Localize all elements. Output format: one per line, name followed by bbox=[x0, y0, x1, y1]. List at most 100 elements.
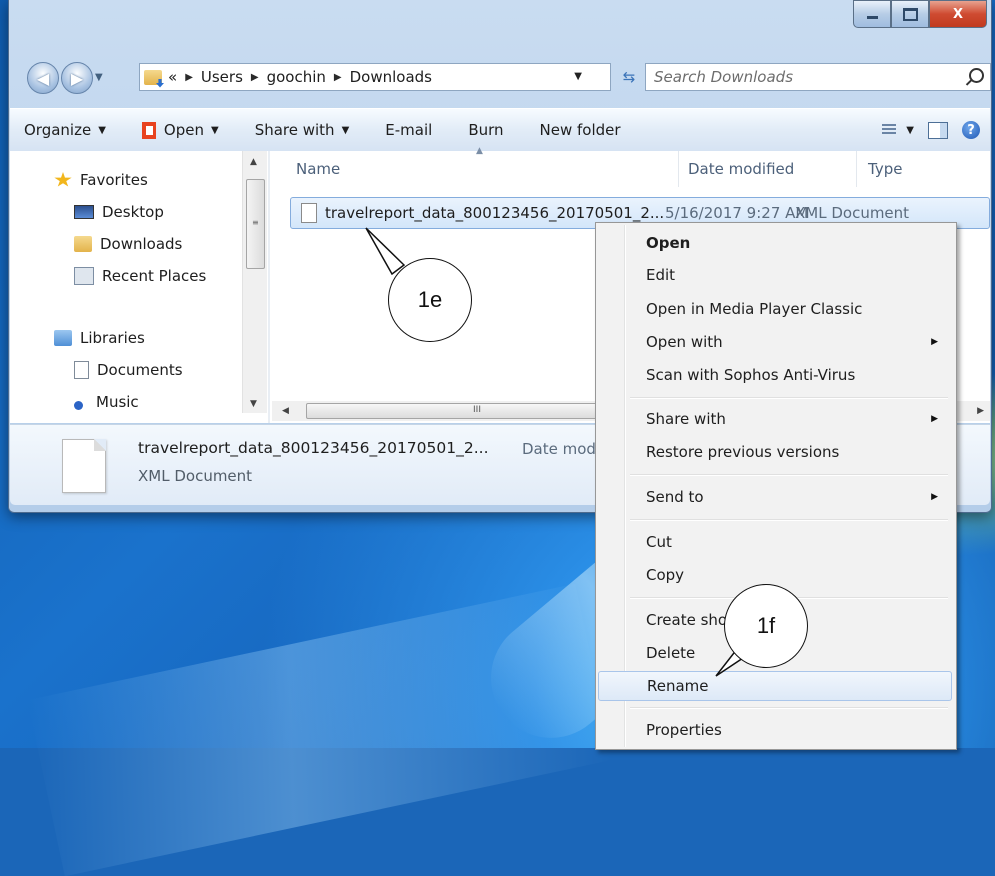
breadcrumb-separator-icon[interactable]: ▶ bbox=[334, 72, 342, 83]
callout-1f-label: 1f bbox=[756, 613, 776, 638]
new-folder-button[interactable]: New folder bbox=[518, 121, 635, 139]
nav-recent-places-label: Recent Places bbox=[102, 267, 207, 285]
back-arrow-icon: ◀ bbox=[36, 68, 50, 88]
scrollbar-grip: III bbox=[473, 405, 481, 415]
address-history-dropdown-icon[interactable]: ▼ bbox=[574, 71, 582, 82]
open-button[interactable]: Open ▼ bbox=[120, 121, 233, 139]
nav-music[interactable]: Music bbox=[74, 393, 139, 411]
menu-item-rename[interactable]: Rename bbox=[598, 671, 952, 701]
column-divider[interactable] bbox=[678, 151, 679, 187]
menu-item-label: Rename bbox=[647, 677, 709, 695]
change-view-button[interactable]: ▼ bbox=[882, 124, 914, 136]
recent-places-icon bbox=[74, 267, 94, 285]
column-type[interactable]: Type bbox=[868, 151, 902, 187]
menu-item-label: Properties bbox=[646, 721, 722, 739]
office-icon bbox=[141, 121, 156, 139]
menu-item-open-in-media-player-classic[interactable]: Open in Media Player Classic bbox=[598, 294, 952, 324]
scroll-left-icon[interactable]: ◀ bbox=[282, 406, 289, 416]
forward-button[interactable]: ▶ bbox=[61, 62, 93, 94]
burn-button[interactable]: Burn bbox=[446, 121, 517, 139]
column-name-label: Name bbox=[296, 160, 341, 178]
nav-recent-places[interactable]: Recent Places bbox=[74, 267, 206, 285]
back-button[interactable]: ◀ bbox=[27, 62, 59, 94]
close-icon: X bbox=[952, 6, 964, 22]
scroll-right-icon[interactable]: ▶ bbox=[977, 406, 984, 416]
command-bar: Organize ▼ Open ▼ Share with ▼ E-mail Burn … bbox=[10, 108, 990, 152]
scrollbar-thumb[interactable]: ≡ bbox=[246, 179, 265, 269]
details-file-name: travelreport_data_800123456_20170501_2..… bbox=[138, 439, 489, 457]
column-name[interactable]: Name bbox=[296, 151, 340, 187]
menu-item-label: Edit bbox=[646, 266, 676, 284]
documents-icon bbox=[74, 361, 89, 379]
close-button[interactable]: X bbox=[929, 0, 987, 28]
email-label: E-mail bbox=[385, 121, 433, 139]
search-icon[interactable] bbox=[969, 68, 984, 83]
libraries-icon bbox=[54, 330, 72, 346]
nav-downloads[interactable]: Downloads bbox=[74, 235, 182, 253]
menu-item-cut[interactable]: Cut bbox=[598, 527, 952, 557]
menu-item-label: Restore previous versions bbox=[646, 443, 840, 461]
scroll-down-icon[interactable]: ▼ bbox=[250, 399, 257, 409]
help-icon[interactable]: ? bbox=[962, 121, 980, 139]
menu-item-edit[interactable]: Edit bbox=[598, 260, 952, 290]
menu-separator bbox=[630, 707, 948, 709]
context-menu: Open Edit Open in Media Player Classic O… bbox=[595, 222, 957, 750]
column-date-modified-label: Date modified bbox=[688, 160, 795, 178]
breadcrumb-downloads[interactable]: Downloads bbox=[350, 68, 432, 86]
nav-desktop[interactable]: Desktop bbox=[74, 203, 164, 221]
menu-item-label: Copy bbox=[646, 566, 685, 584]
chevron-down-icon: ▼ bbox=[210, 124, 219, 136]
nav-libraries[interactable]: Libraries bbox=[54, 329, 145, 347]
menu-item-scan-with-sophos[interactable]: Scan with Sophos Anti-Virus bbox=[598, 360, 952, 390]
menu-separator bbox=[630, 519, 948, 521]
share-with-button[interactable]: Share with ▼ bbox=[233, 121, 364, 139]
downloads-folder-icon bbox=[144, 69, 162, 85]
minimize-button[interactable] bbox=[853, 0, 891, 28]
view-list-icon bbox=[882, 124, 897, 136]
menu-item-share-with[interactable]: Share with ▶ bbox=[598, 404, 952, 434]
burn-label: Burn bbox=[468, 121, 504, 139]
organize-button[interactable]: Organize ▼ bbox=[10, 121, 120, 139]
nav-desktop-label: Desktop bbox=[102, 203, 164, 221]
menu-item-open-with[interactable]: Open with ▶ bbox=[598, 327, 952, 357]
search-box[interactable]: Search Downloads bbox=[645, 63, 991, 91]
column-divider[interactable] bbox=[856, 151, 857, 187]
callout-1e: 1e bbox=[388, 258, 472, 342]
forward-arrow-icon: ▶ bbox=[70, 68, 84, 88]
music-icon bbox=[74, 394, 88, 410]
nav-downloads-label: Downloads bbox=[100, 235, 183, 253]
breadcrumb-separator-icon[interactable]: ▶ bbox=[185, 72, 193, 83]
email-button[interactable]: E-mail bbox=[363, 121, 446, 139]
nav-documents[interactable]: Documents bbox=[74, 361, 183, 379]
breadcrumb-goochin[interactable]: goochin bbox=[267, 68, 326, 86]
xml-file-icon bbox=[301, 203, 317, 223]
refresh-button[interactable]: ⇆ bbox=[615, 63, 643, 91]
menu-item-properties[interactable]: Properties bbox=[598, 715, 952, 745]
open-label: Open bbox=[163, 121, 204, 139]
details-date-label: Date mod bbox=[522, 440, 596, 458]
address-bar[interactable]: « ▶ Users ▶ goochin ▶ Downloads ▼ bbox=[139, 63, 611, 91]
maximize-button[interactable] bbox=[891, 0, 929, 28]
refresh-icon: ⇆ bbox=[622, 68, 636, 86]
preview-pane-icon[interactable] bbox=[928, 121, 948, 139]
maximize-icon bbox=[902, 7, 918, 21]
desktop-icon bbox=[74, 205, 94, 219]
menu-item-restore-previous-versions[interactable]: Restore previous versions bbox=[598, 437, 952, 467]
column-date-modified[interactable]: Date modified bbox=[688, 151, 794, 187]
menu-item-send-to[interactable]: Send to ▶ bbox=[598, 482, 952, 512]
breadcrumb-overflow[interactable]: « bbox=[168, 68, 177, 86]
downloads-folder-icon bbox=[74, 236, 92, 252]
menu-item-open[interactable]: Open bbox=[598, 228, 952, 258]
recent-pages-dropdown[interactable]: ▼ bbox=[95, 72, 103, 83]
scroll-up-icon[interactable]: ▲ bbox=[250, 157, 257, 167]
submenu-arrow-icon: ▶ bbox=[931, 337, 938, 347]
breadcrumb-separator-icon[interactable]: ▶ bbox=[251, 72, 259, 83]
pane-splitter[interactable] bbox=[268, 151, 270, 423]
window-controls: X bbox=[853, 0, 987, 28]
chevron-down-icon: ▼ bbox=[341, 124, 350, 136]
search-placeholder: Search Downloads bbox=[654, 68, 794, 86]
nav-favorites[interactable]: Favorites bbox=[54, 171, 148, 189]
nav-vertical-scrollbar[interactable]: ▲ ≡ ▼ bbox=[242, 151, 267, 413]
breadcrumb-users[interactable]: Users bbox=[201, 68, 243, 86]
star-icon bbox=[54, 172, 72, 187]
